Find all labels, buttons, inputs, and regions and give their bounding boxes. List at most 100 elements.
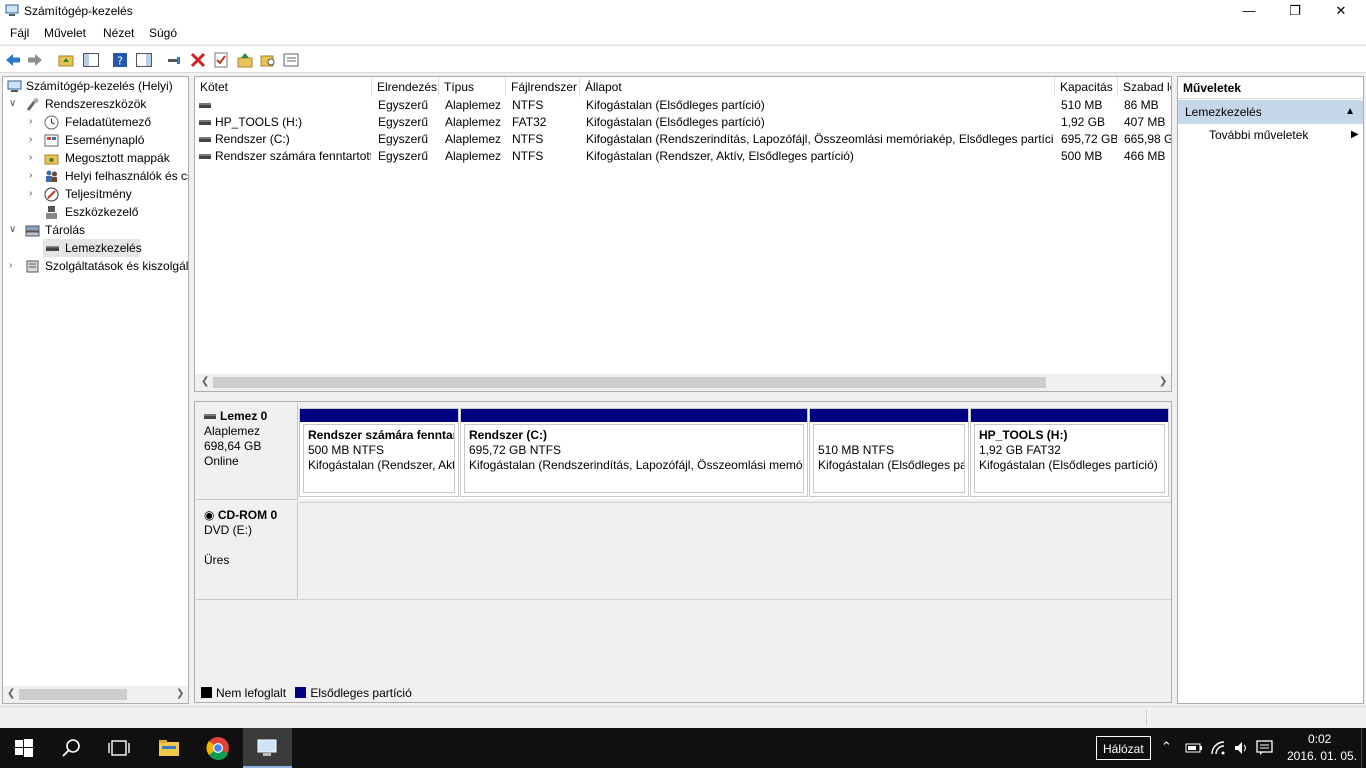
- scrollbar-thumb[interactable]: [19, 689, 127, 700]
- toolbar: ?: [0, 45, 1366, 73]
- notification-icon[interactable]: [1256, 740, 1273, 756]
- storage-icon: [25, 225, 40, 237]
- tree-horizontal-scrollbar[interactable]: ❮ ❯: [3, 686, 188, 703]
- tree-item-shared-folders[interactable]: › Megosztott mappák: [3, 149, 188, 167]
- chrome-icon[interactable]: [206, 736, 230, 760]
- search-folder-icon[interactable]: [259, 51, 277, 69]
- maximize-button[interactable]: ❐: [1272, 0, 1318, 22]
- status-bar: [0, 706, 1366, 728]
- tree-item-services-applications[interactable]: › Szolgáltatások és kiszolgálóalkalmazás…: [3, 257, 188, 275]
- column-header-type[interactable]: Típus: [439, 77, 506, 97]
- battery-icon[interactable]: [1185, 741, 1203, 755]
- minimize-button[interactable]: —: [1226, 0, 1272, 22]
- disk-0-label[interactable]: Lemez 0 Alaplemez 698,64 GB Online: [196, 403, 298, 500]
- column-header-layout[interactable]: Elrendezés: [372, 77, 439, 97]
- column-header-status[interactable]: Állapot: [580, 77, 1055, 97]
- chevron-right-icon[interactable]: ›: [9, 257, 19, 275]
- chevron-down-icon[interactable]: ∨: [9, 95, 19, 113]
- volume-disk-icon: [199, 154, 211, 160]
- help-icon[interactable]: ?: [111, 51, 129, 69]
- cdrom-0-label[interactable]: ◉ CD-ROM 0 DVD (E:) Üres: [196, 502, 298, 600]
- back-arrow-icon[interactable]: [4, 51, 22, 69]
- scroll-left-arrow-icon[interactable]: ❮: [7, 688, 15, 699]
- menu-view[interactable]: Nézet: [103, 26, 134, 40]
- connect-icon[interactable]: [165, 51, 183, 69]
- shared-folder-icon: [44, 154, 59, 165]
- show-hide-tree-icon[interactable]: [82, 51, 100, 69]
- clock-time[interactable]: 0:02: [1308, 732, 1331, 746]
- disk-icon: [46, 246, 59, 251]
- properties-icon[interactable]: [212, 51, 230, 69]
- list-horizontal-scrollbar[interactable]: ❮ ❯: [195, 374, 1171, 391]
- file-explorer-icon[interactable]: [157, 736, 181, 760]
- event-log-icon: [44, 134, 59, 147]
- menu-action[interactable]: Művelet: [44, 26, 86, 40]
- volume-list: Kötet Elrendezés Típus Fájlrendszer Álla…: [194, 76, 1172, 392]
- chevron-right-icon[interactable]: ›: [29, 149, 39, 167]
- close-button[interactable]: ✕: [1318, 0, 1364, 22]
- device-manager-icon: [46, 206, 57, 219]
- chevron-down-icon[interactable]: ∨: [9, 221, 19, 239]
- tree-item-system-tools[interactable]: ∨ Rendszereszközök: [3, 95, 188, 113]
- menu-help[interactable]: Súgó: [149, 26, 177, 40]
- tree-item-performance[interactable]: › Teljesítmény: [3, 185, 188, 203]
- forward-arrow-icon[interactable]: [26, 51, 44, 69]
- windows-start-icon[interactable]: [12, 736, 36, 760]
- partition-unnamed[interactable]: 510 MB NTFS Kifogástalan (Elsődleges par…: [809, 408, 969, 497]
- tree-item-task-scheduler[interactable]: › Feladatütemező: [3, 113, 188, 131]
- partition-type-bar: [971, 409, 1168, 422]
- up-folder-icon[interactable]: [57, 51, 75, 69]
- more-actions-item[interactable]: További műveletek: [1209, 128, 1308, 142]
- partition-system-c[interactable]: Rendszer (C:) 695,72 GB NTFS Kifogástala…: [460, 408, 808, 497]
- chevron-right-icon[interactable]: ›: [29, 131, 39, 149]
- refresh-folder-icon[interactable]: [236, 51, 254, 69]
- column-header-capacity[interactable]: Kapacitás: [1055, 77, 1118, 97]
- scroll-right-arrow-icon[interactable]: ❯: [1159, 376, 1167, 387]
- clock-icon: [44, 115, 59, 130]
- tree-item-disk-management[interactable]: Lemezkezelés: [43, 239, 142, 257]
- actions-section-disk-management[interactable]: Lemezkezelés ▲: [1178, 100, 1363, 124]
- volume-disk-icon: [199, 120, 211, 126]
- partition-hp-tools[interactable]: HP_TOOLS (H:) 1,92 GB FAT32 Kifogástalan…: [970, 408, 1169, 497]
- taskbar-computer-management[interactable]: [243, 728, 292, 768]
- wifi-icon[interactable]: [1210, 740, 1226, 756]
- volume-disk-icon: [199, 137, 211, 143]
- legend: Nem lefoglalt Elsődleges partíció: [194, 684, 1170, 703]
- collapse-up-icon[interactable]: ▲: [1345, 100, 1355, 124]
- tree-item-device-manager[interactable]: Eszközkezelő: [3, 203, 188, 221]
- scroll-left-arrow-icon[interactable]: ❮: [201, 376, 209, 387]
- column-header-free-space[interactable]: Szabad le: [1118, 77, 1171, 97]
- scroll-right-arrow-icon[interactable]: ❯: [176, 688, 184, 699]
- volume-icon[interactable]: [1233, 740, 1249, 756]
- actions-pane: Műveletek Lemezkezelés ▲ További művelet…: [1177, 76, 1364, 704]
- show-hide-action-pane-icon[interactable]: [135, 51, 153, 69]
- tree-item-event-viewer[interactable]: › Eseménynapló: [3, 131, 188, 149]
- chevron-right-icon[interactable]: ›: [29, 185, 39, 203]
- partition-system-reserved[interactable]: Rendszer számára fenntartott 500 MB NTFS…: [299, 408, 459, 497]
- show-desktop-button[interactable]: [1361, 728, 1366, 768]
- clock-date[interactable]: 2016. 01. 05.: [1287, 749, 1357, 763]
- chevron-right-icon[interactable]: ›: [29, 167, 39, 185]
- disk-icon: [204, 414, 216, 420]
- navigation-tree: Számítógép-kezelés (Helyi) ∨ Rendszeresz…: [2, 76, 189, 704]
- delete-icon[interactable]: [189, 51, 207, 69]
- column-header-file-system[interactable]: Fájlrendszer: [506, 77, 580, 97]
- svg-text:?: ?: [117, 55, 123, 68]
- performance-icon: [44, 187, 59, 202]
- tree-item-computer-management[interactable]: Számítógép-kezelés (Helyi): [3, 77, 188, 95]
- tree-item-local-users-groups[interactable]: › Helyi felhasználók és csoportok: [3, 167, 188, 185]
- list-view-icon[interactable]: [282, 51, 300, 69]
- taskbar: Hálózat ⌃ 0:02 2016. 01. 05.: [0, 728, 1366, 768]
- submenu-arrow-icon[interactable]: ▶: [1351, 129, 1359, 140]
- disk-graphical-view: Lemez 0 Alaplemez 698,64 GB Online Rends…: [194, 401, 1172, 703]
- scrollbar-thumb[interactable]: [213, 377, 1046, 388]
- partition-type-bar: [461, 409, 807, 422]
- column-header-volume[interactable]: Kötet: [195, 77, 372, 97]
- task-view-icon[interactable]: [107, 736, 131, 760]
- chevron-right-icon[interactable]: ›: [29, 113, 39, 131]
- show-hidden-icons-chevron-icon[interactable]: ⌃: [1161, 739, 1172, 755]
- tree-item-storage[interactable]: ∨ Tárolás: [3, 221, 188, 239]
- menu-file[interactable]: Fájl: [10, 26, 29, 40]
- title-bar[interactable]: Számítógép-kezelés — ❐ ✕: [0, 0, 1366, 22]
- search-icon[interactable]: [60, 736, 84, 760]
